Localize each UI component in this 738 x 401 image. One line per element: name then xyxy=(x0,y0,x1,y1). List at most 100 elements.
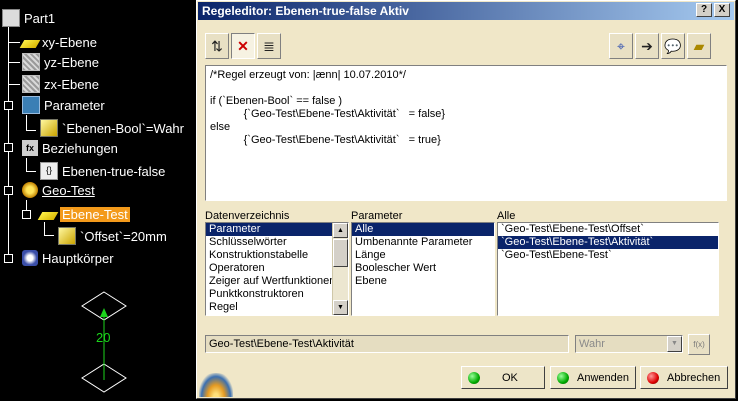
list-item[interactable]: `Geo-Test\Ebene-Test\Aktivität` xyxy=(498,236,718,249)
parameter-filter-label: Parameter xyxy=(351,210,403,222)
tree-connector xyxy=(26,130,36,131)
scroll-down-arrow-icon[interactable]: ▼ xyxy=(333,300,348,315)
rule-text-editor[interactable]: /*Regel erzeugt von: |ænn| 10.07.2010*/ … xyxy=(205,65,727,201)
list-item[interactable]: Boolescher Wert xyxy=(352,262,494,275)
expand-toggle[interactable] xyxy=(4,186,13,195)
expand-toggle[interactable] xyxy=(22,210,31,219)
rule-icon: {} xyxy=(40,162,58,180)
editor-line: {`Geo-Test\Ebene-Test\Aktivität` = false… xyxy=(210,108,446,120)
tree-node-parameter[interactable]: Parameter xyxy=(22,95,105,115)
expand-toggle[interactable] xyxy=(4,101,13,110)
tree-connector xyxy=(26,158,27,172)
parameter-filter-list[interactable]: Alle Umbenannte Parameter Länge Boolesch… xyxy=(351,222,495,316)
tree-node-rule[interactable]: {} Ebenen-true-false xyxy=(40,161,165,181)
apply-label: Anwenden xyxy=(577,371,629,384)
tree-node-relations[interactable]: fx Beziehungen xyxy=(22,138,118,158)
tree-node-label: zx-Ebene xyxy=(44,76,99,92)
tree-node-label: `Ebenen-Bool`=Wahr xyxy=(62,120,184,136)
tree-node-yz-plane[interactable]: yz-Ebene xyxy=(22,52,99,72)
tree-node-label: yz-Ebene xyxy=(44,54,99,70)
tree-node-label: Parameter xyxy=(44,97,105,113)
tree-node-ebene-test[interactable]: Ebene-Test xyxy=(37,204,130,224)
dictionary-scrollbar[interactable]: ▲ ▼ xyxy=(332,223,348,315)
tree-node-part1[interactable]: Part1 xyxy=(2,8,55,28)
scroll-up-arrow-icon[interactable]: ▲ xyxy=(333,223,348,238)
geometrical-set-icon xyxy=(22,182,38,198)
tree-node-label: Part1 xyxy=(24,10,56,26)
list-item[interactable]: Alle xyxy=(352,223,494,236)
list-item[interactable]: Zeiger auf Wertfunktionen xyxy=(206,275,348,288)
apply-button[interactable]: Anwenden xyxy=(550,366,636,389)
erase-button[interactable]: ▰ xyxy=(687,33,711,59)
editor-line: /*Regel erzeugt von: |ænn| 10.07.2010*/ xyxy=(210,69,406,81)
formula-icon: f(x) xyxy=(693,340,705,349)
tree-connector xyxy=(26,115,27,131)
tree-node-geo-test[interactable]: Geo-Test xyxy=(22,180,95,200)
list-item[interactable]: `Geo-Test\Ebene-Test\Offset` xyxy=(498,223,718,236)
dimension-arrow-icon xyxy=(100,308,108,317)
members-label: Alle xyxy=(497,210,516,222)
text-format-button[interactable]: ≣ xyxy=(257,33,281,59)
text-lines-icon: ≣ xyxy=(263,37,275,54)
part-body-icon xyxy=(22,250,38,266)
dictionary-list[interactable]: Parameter Schlüsselwörter Konstruktionst… xyxy=(205,222,349,316)
list-item[interactable]: Parameter xyxy=(206,223,348,236)
cancel-button[interactable]: Abbrechen xyxy=(640,366,728,389)
list-item[interactable]: Konstruktionstabelle xyxy=(206,249,348,262)
incremental-button[interactable]: ✕ xyxy=(231,33,255,59)
relations-icon: fx xyxy=(22,140,38,156)
tree-node-offset[interactable]: `Offset`=20mm xyxy=(58,226,167,246)
ok-button[interactable]: OK xyxy=(461,366,545,389)
list-item[interactable]: Regel xyxy=(206,301,348,314)
list-item[interactable]: Punktkonstruktoren xyxy=(206,288,348,301)
list-item[interactable]: Länge xyxy=(352,249,494,262)
tree-node-label: Ebenen-true-false xyxy=(62,163,166,179)
list-item[interactable]: Operatoren xyxy=(206,262,348,275)
list-item[interactable]: Umbenannte Parameter xyxy=(352,236,494,249)
chevron-down-icon[interactable]: ▼ xyxy=(667,336,682,352)
expand-toggle[interactable] xyxy=(4,143,13,152)
eraser-icon: ▰ xyxy=(693,37,705,54)
length-parameter-icon xyxy=(58,227,76,245)
list-item[interactable]: Schlüsselwörter xyxy=(206,236,348,249)
tree-connector xyxy=(8,62,20,63)
list-item[interactable]: Ebene xyxy=(352,275,494,288)
value-combo[interactable]: Wahr ▼ xyxy=(575,335,683,353)
value-combo-label: Wahr xyxy=(579,338,605,350)
tree-node-ebenen-bool[interactable]: `Ebenen-Bool`=Wahr xyxy=(40,118,184,138)
plane-icon xyxy=(37,212,59,220)
editor-line: else xyxy=(210,121,231,133)
tree-node-xy-plane[interactable]: xy-Ebene xyxy=(19,32,97,52)
tree-node-label: Hauptkörper xyxy=(42,250,114,266)
boolean-parameter-icon xyxy=(40,119,58,137)
dialog-titlebar[interactable]: Regeleditor: Ebenen-true-false Aktiv xyxy=(198,2,734,20)
insert-button[interactable]: ➔ xyxy=(635,33,659,59)
help-button[interactable]: ? xyxy=(696,3,712,17)
tree-connector xyxy=(8,42,20,43)
members-list[interactable]: `Geo-Test\Ebene-Test\Offset` `Geo-Test\E… xyxy=(497,222,719,316)
comment-button[interactable]: 💬 xyxy=(661,33,685,59)
tree-connector xyxy=(44,222,45,236)
tree-connector xyxy=(8,84,20,85)
cancel-icon xyxy=(647,371,659,384)
tree-node-part-body[interactable]: Hauptkörper xyxy=(22,248,114,268)
ok-label: OK xyxy=(502,371,518,384)
tree-connector xyxy=(44,235,54,236)
plane-icon xyxy=(19,40,41,48)
select-objects-button[interactable]: ⌖ xyxy=(609,33,633,59)
offset-dimension-label[interactable]: 20 xyxy=(96,330,110,345)
variables-icon: ⇅ xyxy=(211,37,223,54)
dictionary-label: Datenverzeichnis xyxy=(205,210,290,222)
selected-path-field[interactable]: Geo-Test\Ebene-Test\Aktivität xyxy=(205,335,569,353)
scroll-thumb[interactable] xyxy=(333,239,348,267)
plane-icon xyxy=(22,53,40,71)
expand-toggle[interactable] xyxy=(4,254,13,263)
speech-bubble-icon: 💬 xyxy=(664,37,682,54)
tree-node-zx-plane[interactable]: zx-Ebene xyxy=(22,74,99,94)
list-item[interactable]: `Geo-Test\Ebene-Test` xyxy=(498,249,718,262)
close-button[interactable]: X xyxy=(714,3,730,17)
formula-button[interactable]: f(x) xyxy=(688,334,710,355)
variables-button[interactable]: ⇅ xyxy=(205,33,229,59)
arrow-right-icon: ➔ xyxy=(641,37,653,54)
tree-connector xyxy=(8,18,9,262)
